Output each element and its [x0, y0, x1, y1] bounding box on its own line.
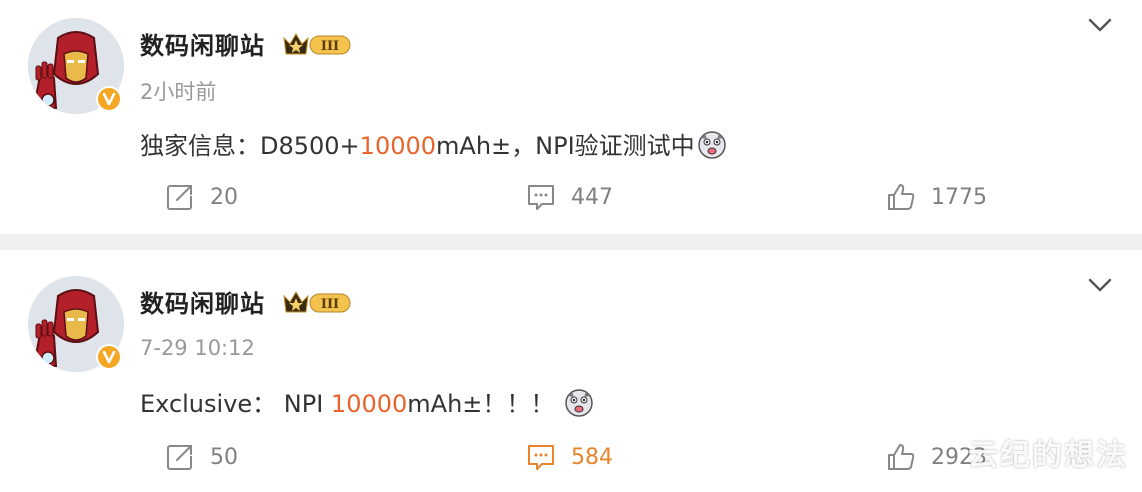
svg-text:III: III	[321, 39, 339, 54]
comment-button[interactable]: 584	[525, 440, 613, 474]
comment-count: 447	[571, 184, 613, 210]
repost-button[interactable]: 50	[164, 440, 238, 474]
doge-emoji-icon	[565, 389, 594, 417]
chevron-down-icon[interactable]	[1086, 14, 1114, 36]
post-time: 7-29 10:12	[140, 336, 255, 360]
content-text: Exclusive： NPI	[140, 390, 331, 418]
comment-count: 584	[571, 444, 613, 470]
vip-level-badge-icon[interactable]: III	[282, 288, 352, 316]
content-highlight: 10000	[330, 390, 408, 418]
repost-count: 50	[210, 444, 238, 470]
like-count: 1775	[931, 184, 987, 210]
watermark-text: 云纪的想法	[968, 438, 1128, 473]
verified-v-icon	[96, 344, 122, 370]
avatar[interactable]	[28, 276, 124, 372]
doge-emoji-icon	[697, 131, 726, 159]
repost-button[interactable]: 20	[164, 180, 238, 214]
verified-v-icon	[96, 86, 122, 112]
username[interactable]: 数码闲聊站	[140, 26, 265, 61]
repost-icon	[167, 445, 192, 470]
vip-level-badge-icon[interactable]: III	[282, 30, 352, 58]
like-button[interactable]: 1775	[885, 180, 987, 214]
post-divider	[0, 234, 1142, 250]
avatar[interactable]	[28, 18, 124, 114]
thumbs-up-icon	[888, 444, 915, 470]
content-text: 独家信息：D8500+	[140, 132, 360, 160]
content-text: mAh±！！！	[407, 390, 555, 418]
thumbs-up-icon	[888, 184, 915, 210]
repost-count: 20	[210, 184, 238, 210]
post-card: 数码闲聊站 III 2小时前 独家信息：D8500+10000mAh±，NPI验…	[0, 0, 1142, 234]
comment-button[interactable]: 447	[525, 180, 613, 214]
comment-icon	[528, 185, 554, 210]
repost-icon	[167, 185, 192, 210]
svg-text:III: III	[321, 297, 339, 312]
comment-icon	[528, 445, 554, 470]
username[interactable]: 数码闲聊站	[140, 284, 265, 319]
post-time: 2小时前	[140, 80, 217, 104]
post-content: 独家信息：D8500+10000mAh±，NPI验证测试中	[140, 126, 727, 161]
chevron-down-icon[interactable]	[1086, 274, 1114, 296]
content-text: mAh±，NPI验证测试中	[436, 132, 695, 160]
content-highlight: 10000	[359, 132, 437, 160]
post-content: Exclusive： NPI 10000mAh±！！！	[140, 384, 594, 419]
